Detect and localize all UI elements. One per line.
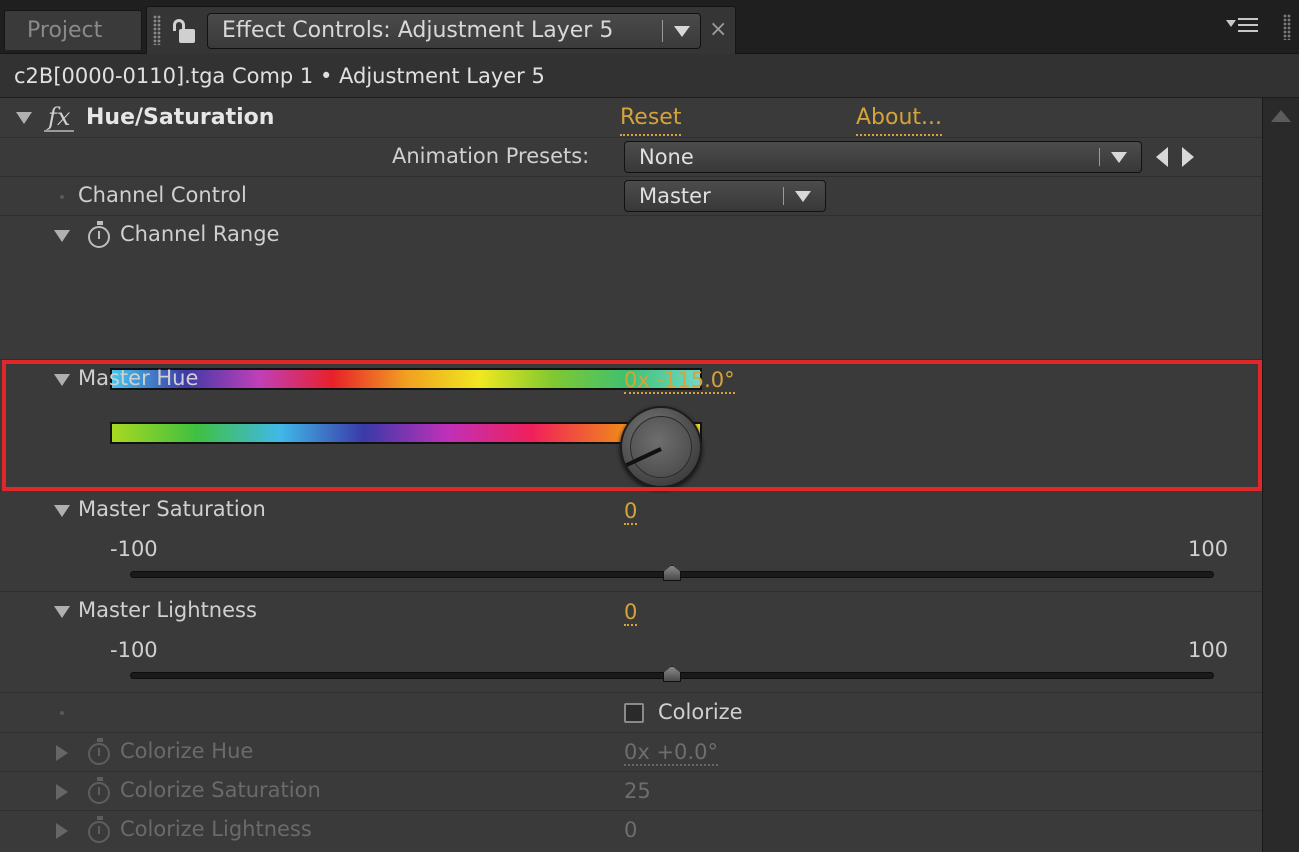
colorize-saturation-value[interactable]: 25 bbox=[624, 779, 651, 803]
next-preset-icon[interactable] bbox=[1182, 147, 1194, 167]
channel-control-dropdown[interactable]: Master bbox=[624, 180, 826, 212]
panel-tab-bar: Project Effect Controls: Adjustment Laye… bbox=[0, 0, 1299, 54]
dropdown-separator bbox=[662, 20, 663, 42]
disclosure-triangle-icon[interactable] bbox=[54, 505, 70, 517]
vertical-scrollbar[interactable] bbox=[1262, 98, 1299, 852]
master-hue-value[interactable]: 0x -115.0° bbox=[624, 368, 735, 394]
scroll-up-arrow-icon[interactable] bbox=[1271, 110, 1291, 122]
stopwatch-icon[interactable] bbox=[88, 221, 110, 248]
master-lightness-slider-thumb[interactable] bbox=[663, 666, 681, 682]
lock-icon[interactable] bbox=[171, 19, 197, 43]
tab-project[interactable]: Project bbox=[4, 10, 142, 50]
animation-presets-row: Animation Presets: None bbox=[0, 138, 1262, 177]
stopwatch-icon[interactable] bbox=[88, 738, 110, 765]
disclosure-triangle-icon[interactable] bbox=[56, 823, 68, 839]
colorize-checkbox[interactable] bbox=[624, 703, 644, 723]
master-saturation-label: Master Saturation bbox=[78, 497, 266, 521]
fx-toggle-icon[interactable]: fx bbox=[44, 104, 74, 132]
channel-control-value: Master bbox=[639, 184, 711, 208]
no-keyframe-dot-icon bbox=[60, 711, 64, 715]
master-hue-label: Master Hue bbox=[78, 366, 199, 390]
no-keyframe-dot-icon bbox=[60, 195, 64, 199]
master-saturation-row: Master Saturation 0 -100 100 bbox=[0, 491, 1262, 592]
master-hue-dial[interactable] bbox=[620, 406, 702, 488]
master-saturation-max-label: 100 bbox=[1188, 537, 1229, 561]
colorize-hue-value[interactable]: 0x +0.0° bbox=[624, 740, 718, 766]
animation-presets-label: Animation Presets: bbox=[392, 144, 590, 168]
colorize-hue-label: Colorize Hue bbox=[120, 739, 254, 763]
stopwatch-icon[interactable] bbox=[88, 777, 110, 804]
master-saturation-min-label: -100 bbox=[110, 537, 158, 561]
colorize-label: Colorize bbox=[658, 700, 743, 724]
disclosure-triangle-icon[interactable] bbox=[54, 230, 70, 242]
colorize-row: Colorize bbox=[0, 693, 1262, 733]
master-lightness-min-label: -100 bbox=[110, 638, 158, 662]
disclosure-triangle-icon[interactable] bbox=[54, 374, 70, 386]
animation-presets-value: None bbox=[639, 145, 694, 169]
colorize-lightness-value[interactable]: 0 bbox=[624, 818, 637, 842]
disclosure-triangle-icon[interactable] bbox=[16, 112, 32, 124]
effect-name[interactable]: Hue/Saturation bbox=[86, 98, 274, 138]
about-link[interactable]: About... bbox=[856, 102, 943, 136]
chevron-down-icon bbox=[674, 26, 690, 37]
master-lightness-row: Master Lightness 0 -100 100 bbox=[0, 592, 1262, 693]
stopwatch-icon[interactable] bbox=[88, 816, 110, 843]
channel-range-row: Channel Range bbox=[0, 216, 1262, 444]
disclosure-triangle-icon[interactable] bbox=[56, 784, 68, 800]
panel-grip-handle[interactable] bbox=[1283, 14, 1291, 40]
disclosure-triangle-icon[interactable] bbox=[56, 745, 68, 761]
previous-preset-icon[interactable] bbox=[1156, 147, 1168, 167]
master-lightness-value[interactable]: 0 bbox=[624, 600, 638, 626]
master-lightness-label: Master Lightness bbox=[78, 598, 257, 622]
dropdown-separator bbox=[783, 187, 784, 205]
effect-controls-panel: fx Hue/Saturation Reset About... Animati… bbox=[0, 98, 1262, 852]
master-saturation-value[interactable]: 0 bbox=[624, 499, 638, 525]
disclosure-triangle-icon[interactable] bbox=[54, 606, 70, 618]
channel-control-row: Channel Control Master bbox=[0, 177, 1262, 216]
reset-link[interactable]: Reset bbox=[620, 102, 682, 136]
tab-effect-controls[interactable]: Effect Controls: Adjustment Layer 5 × bbox=[146, 6, 736, 54]
dropdown-separator bbox=[1099, 148, 1100, 166]
master-saturation-slider-thumb[interactable] bbox=[663, 565, 681, 581]
chevron-down-icon bbox=[1111, 152, 1127, 163]
colorize-lightness-row: Colorize Lightness 0 bbox=[0, 811, 1262, 852]
colorize-saturation-row: Colorize Saturation 25 bbox=[0, 772, 1262, 811]
colorize-hue-row: Colorize Hue 0x +0.0° bbox=[0, 733, 1262, 772]
colorize-lightness-label: Colorize Lightness bbox=[120, 817, 312, 841]
effect-header-row: fx Hue/Saturation Reset About... bbox=[0, 98, 1262, 138]
panel-menu-icon[interactable] bbox=[1226, 16, 1260, 36]
breadcrumb: c2B[0000-0110].tga Comp 1 • Adjustment L… bbox=[0, 54, 1299, 98]
tab-grip-handle[interactable] bbox=[153, 15, 161, 45]
close-icon[interactable]: × bbox=[709, 15, 727, 45]
effect-controls-tab-label: Effect Controls: Adjustment Layer 5 bbox=[222, 18, 614, 43]
master-lightness-max-label: 100 bbox=[1188, 638, 1229, 662]
channel-control-label: Channel Control bbox=[78, 183, 247, 207]
colorize-saturation-label: Colorize Saturation bbox=[120, 778, 321, 802]
animation-presets-dropdown[interactable]: None bbox=[624, 141, 1142, 173]
chevron-down-icon bbox=[795, 191, 811, 202]
effect-controls-layer-dropdown[interactable]: Effect Controls: Adjustment Layer 5 bbox=[207, 13, 701, 49]
channel-range-label: Channel Range bbox=[120, 222, 280, 246]
